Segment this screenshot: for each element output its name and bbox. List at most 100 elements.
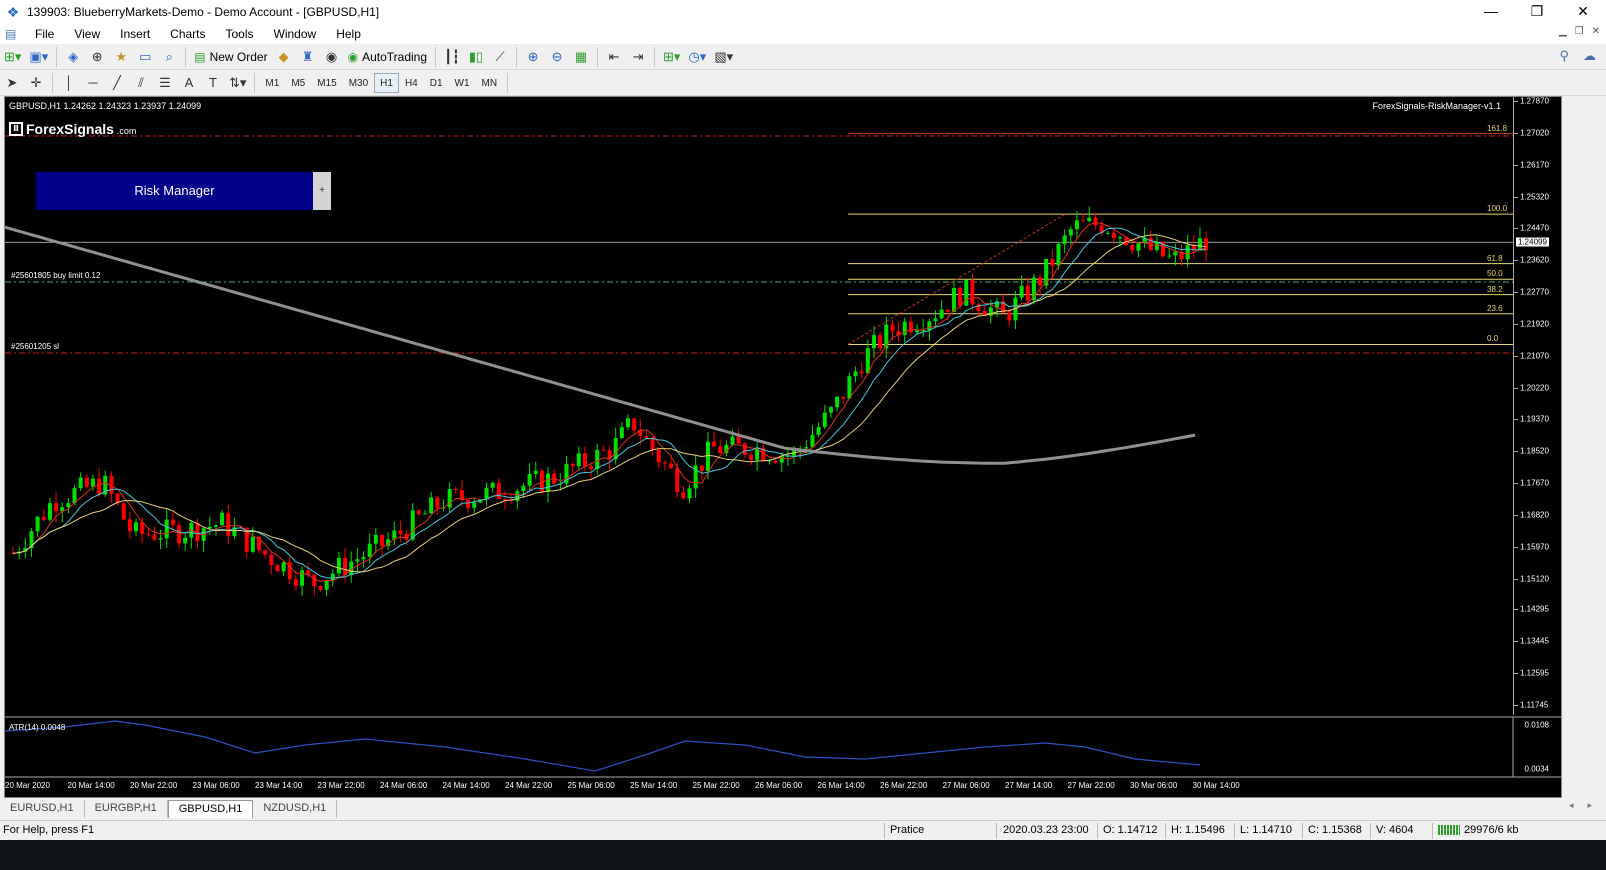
tile-windows-button[interactable]: ▦ (570, 46, 592, 68)
navigator-button[interactable]: ★ (110, 46, 132, 68)
mdi-restore-icon[interactable]: ❐ (1575, 26, 1584, 37)
tab-eurusd[interactable]: EURUSD,H1 (0, 800, 85, 818)
tab-eurgbp[interactable]: EURGBP,H1 (85, 800, 168, 818)
timeframe-m1[interactable]: M1 (259, 73, 285, 93)
candlestick-button[interactable]: ▮▯ (465, 46, 487, 68)
indicators-button[interactable]: ⊞▾ (660, 46, 683, 68)
candle-body (822, 412, 827, 427)
candle-body (1038, 277, 1043, 286)
price-chart[interactable]: GBPUSD,H1 1.24262 1.24323 1.23937 1.2409… (4, 96, 1562, 798)
tab-scroll-right-icon[interactable]: ▸ (1587, 800, 1592, 811)
candle-body (213, 525, 218, 527)
periods-button[interactable]: ◷▾ (685, 46, 709, 68)
bar-chart-button[interactable]: ┃┇ (441, 46, 463, 68)
candle-body (632, 418, 637, 431)
risk-manager-button[interactable]: Risk Manager (36, 172, 313, 210)
time-axis-label: 30 Mar 06:00 (1130, 781, 1178, 790)
menu-view[interactable]: View (64, 27, 110, 41)
time-axis-label: 24 Mar 22:00 (505, 781, 553, 790)
candle-body (300, 570, 305, 586)
terminal-button[interactable]: ▭ (134, 46, 156, 68)
channel-button[interactable]: ⫽ (130, 72, 152, 94)
chat-icon[interactable]: ☁ (1583, 48, 1596, 64)
time-axis-label: 24 Mar 14:00 (442, 781, 490, 790)
new-chart-button[interactable]: ⊞▾ (1, 46, 24, 68)
time-axis-label: 20 Mar 22:00 (130, 781, 178, 790)
menu-tools[interactable]: Tools (216, 27, 264, 41)
mdi-close-icon[interactable]: ✕ (1592, 26, 1600, 37)
chart-window-icon[interactable]: ▤ (5, 27, 21, 41)
auto-scroll-button[interactable]: ⇤ (603, 46, 625, 68)
tab-nzdusd[interactable]: NZDUSD,H1 (253, 800, 338, 818)
menu-charts[interactable]: Charts (160, 27, 215, 41)
tab-scroll-left-icon[interactable]: ◂ (1569, 800, 1574, 811)
minimize-button[interactable]: — (1468, 0, 1514, 24)
candle-body (1025, 285, 1030, 301)
templates-button[interactable]: ▧▾ (711, 46, 736, 68)
zoom-in-button[interactable]: ⊕ (522, 46, 544, 68)
close-button[interactable]: ✕ (1560, 0, 1606, 24)
price-axis-tick (1514, 609, 1518, 611)
trendline-button[interactable]: ╱ (106, 72, 128, 94)
timeframe-m30[interactable]: M30 (343, 73, 374, 93)
menu-file[interactable]: File (25, 27, 64, 41)
candle-body (466, 500, 471, 508)
timeframe-m5[interactable]: M5 (285, 73, 311, 93)
timeframe-h1[interactable]: H1 (374, 72, 399, 93)
arrows-button[interactable]: ⇅▾ (226, 72, 249, 94)
price-axis-tick (1514, 355, 1518, 357)
risk-manager-expand-button[interactable]: + (313, 172, 331, 210)
metaeditor-button[interactable]: ◆ (273, 46, 295, 68)
data-window-button[interactable]: ⊕ (86, 46, 108, 68)
label-icon: T (209, 75, 217, 90)
candle-body (336, 557, 341, 574)
restore-button[interactable]: ❐ (1514, 0, 1560, 24)
market-watch-button[interactable]: ◈ (62, 46, 84, 68)
status-datetime: 2020.03.23 23:00 (1003, 824, 1089, 836)
candle-body (423, 513, 428, 515)
price-axis-label: 1.24470 (1520, 223, 1549, 233)
strategy-tester-button[interactable]: ⌕ (158, 46, 180, 68)
timeframe-m15[interactable]: M15 (311, 73, 342, 93)
price-axis-tick (1514, 292, 1518, 294)
mdi-minimize-icon[interactable]: ▁ (1559, 26, 1567, 37)
auto-trading-button[interactable]: ◉ AutoTrading (345, 46, 430, 68)
candle-body (1062, 235, 1067, 244)
vertical-line-button[interactable]: │ (58, 72, 80, 94)
experts-button[interactable]: ♜ (297, 46, 319, 68)
tab-gbpusd[interactable]: GBPUSD,H1 (167, 800, 254, 818)
profiles-button[interactable]: ▣▾ (26, 46, 51, 68)
text-button[interactable]: A (178, 72, 200, 94)
label-button[interactable]: T (202, 72, 224, 94)
candle-body (872, 335, 876, 349)
menu-window[interactable]: Window (264, 27, 327, 41)
price-axis-tick (1514, 451, 1518, 453)
timeframe-mn[interactable]: MN (476, 73, 504, 93)
timeframe-w1[interactable]: W1 (449, 73, 476, 93)
candle-body (878, 335, 883, 349)
price-axis-tick (1514, 228, 1518, 230)
cursor-button[interactable]: ➤ (1, 72, 23, 94)
candle-body (367, 543, 372, 557)
fibonacci-button[interactable]: ☰ (154, 72, 176, 94)
line-chart-button[interactable]: ⟋ (489, 46, 511, 68)
candle-body (736, 436, 741, 444)
candle-body (503, 498, 507, 500)
zoom-out-button[interactable]: ⊖ (546, 46, 568, 68)
price-axis[interactable]: 1.27870 1.27020 1.26170 1.25320 1.24470 1.236… (1513, 97, 1561, 715)
chart-shift-button[interactable]: ⇥ (627, 46, 649, 68)
candle-body (1019, 285, 1024, 298)
search-icon[interactable]: ⚲ (1559, 48, 1569, 64)
crosshair-button[interactable]: ✛ (25, 72, 47, 94)
candle-body (810, 434, 815, 448)
candle-body (410, 510, 415, 540)
horizontal-line-button[interactable]: ─ (82, 72, 104, 94)
signals-button[interactable]: ◉ (321, 46, 343, 68)
candle-body (84, 477, 89, 487)
timeframe-h4[interactable]: H4 (399, 73, 424, 93)
timeframe-d1[interactable]: D1 (424, 73, 449, 93)
menu-insert[interactable]: Insert (110, 27, 160, 41)
menu-help[interactable]: Help (326, 27, 371, 41)
new-order-button[interactable]: ▤ New Order (191, 46, 270, 68)
fibonacci-level-label: 161.8 (1487, 123, 1508, 133)
